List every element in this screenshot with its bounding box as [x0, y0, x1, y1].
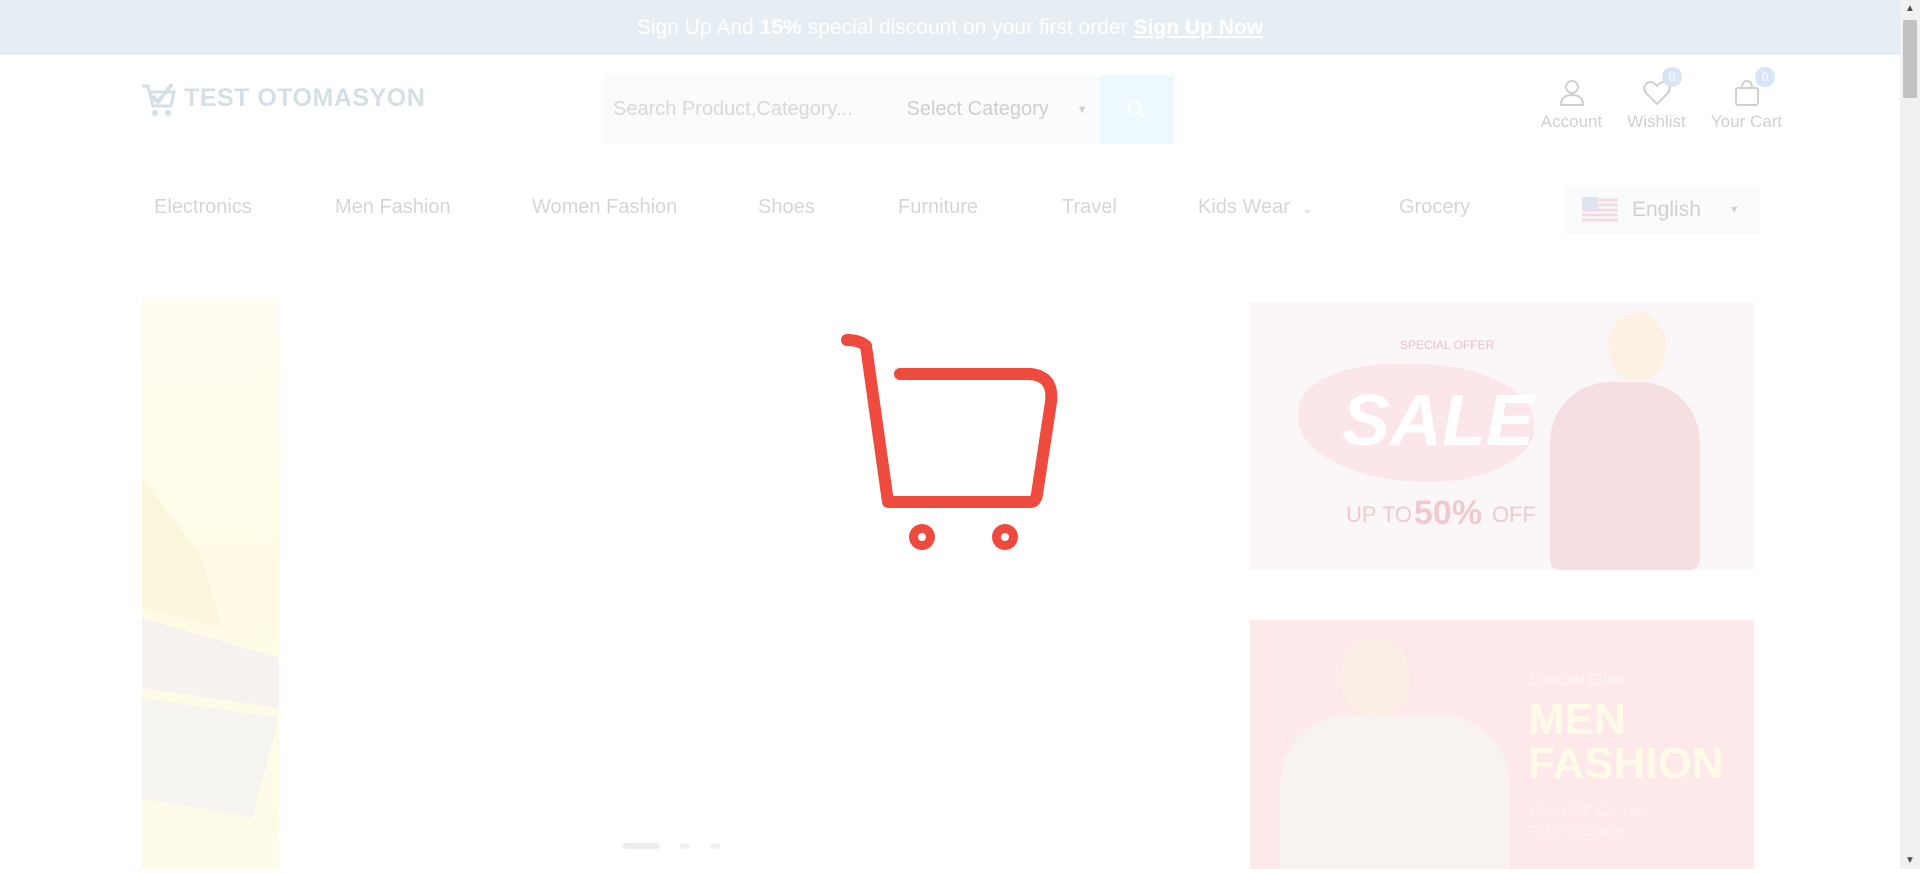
special-offer-text: SPECIAL OFFER	[1400, 338, 1495, 352]
nav-item-kids-wear-label: Kids Wear	[1198, 196, 1290, 218]
nav-item-travel[interactable]: Travel	[1062, 196, 1198, 219]
main-nav: Electronics Men Fashion Women Fashion Sh…	[154, 196, 1470, 219]
scroll-thumb[interactable]	[1903, 20, 1917, 98]
off-text: OFF	[1492, 502, 1536, 527]
wishlist-label: Wishlist	[1627, 112, 1686, 131]
men-fashion-sub2: First Purchase	[1528, 823, 1625, 840]
search-input[interactable]	[603, 75, 892, 144]
men-fashion-sub1: 10% OFF On Your	[1528, 803, 1651, 820]
us-flag-icon	[1582, 197, 1618, 223]
slider-dot-2[interactable]	[680, 843, 690, 849]
account-button[interactable]: Account	[1534, 78, 1609, 132]
logo[interactable]: TEST OTOMASYON	[138, 78, 425, 118]
nav-item-shoes[interactable]: Shoes	[758, 196, 898, 219]
category-select-label: Select Category	[906, 98, 1049, 120]
men-fashion-line1: MEN	[1528, 695, 1626, 744]
promo-bar: Sign Up And 15% special discount on your…	[0, 0, 1900, 55]
page-scrollbar[interactable]: ▲ ▼	[1900, 0, 1920, 869]
sale-text: SALE	[1342, 381, 1535, 461]
cart-button[interactable]: 0 Your Cart	[1704, 67, 1789, 132]
search-bar: Select Category ▼	[603, 75, 1175, 144]
page-loader	[840, 330, 1060, 565]
hero-slide-graphic	[142, 478, 279, 818]
slider-dot-1[interactable]	[622, 843, 660, 849]
scroll-up-arrow-icon[interactable]: ▲	[1900, 0, 1920, 17]
nav-item-kids-wear[interactable]: Kids Wear ⌄	[1198, 196, 1399, 219]
special-offer-label: Special Offer	[1528, 670, 1627, 689]
model-head	[1608, 312, 1666, 382]
men-fashion-title: MEN FASHION	[1528, 698, 1724, 786]
scroll-down-arrow-icon[interactable]: ▼	[1900, 852, 1920, 869]
sign-up-link[interactable]: Sign Up Now	[1134, 16, 1264, 40]
up-to-text: UP TO	[1346, 502, 1413, 527]
promo-text-pre: Sign Up And	[636, 15, 754, 39]
nav-item-grocery[interactable]: Grocery	[1399, 196, 1470, 219]
cart-count-badge: 0	[1755, 67, 1775, 87]
nav-item-electronics[interactable]: Electronics	[154, 196, 335, 219]
caret-down-icon: ▼	[1076, 103, 1088, 116]
men-fashion-subtitle: 10% OFF On Your First Purchase	[1528, 802, 1651, 842]
promo-discount: 15%	[759, 15, 802, 39]
model-sweater	[1280, 715, 1510, 869]
nav-item-men-fashion[interactable]: Men Fashion	[335, 196, 532, 219]
language-select[interactable]: English ▼	[1564, 186, 1760, 234]
chevron-down-icon: ⌄	[1301, 200, 1314, 216]
model-head	[1340, 638, 1410, 718]
promo-text-post: special discount on your first order	[807, 15, 1128, 39]
category-select[interactable]: Select Category ▼	[891, 75, 1101, 144]
shopping-cart-loader-icon	[841, 334, 1058, 550]
model-dress	[1550, 382, 1700, 570]
header-actions: Account 0 Wishlist 0 Your Cart	[1534, 67, 1789, 132]
men-fashion-banner[interactable]: Special Offer MEN FASHION 10% OFF On You…	[1250, 620, 1754, 869]
hero-slide-image	[142, 298, 279, 869]
nav-item-women-fashion[interactable]: Women Fashion	[532, 196, 758, 219]
slider-dot-3[interactable]	[710, 843, 720, 849]
cart-label: Your Cart	[1710, 112, 1783, 131]
cart-check-logo-icon	[142, 82, 176, 116]
nav-item-furniture[interactable]: Furniture	[898, 196, 1062, 219]
wishlist-count-badge: 0	[1662, 67, 1682, 87]
sale-banner[interactable]: SPECIAL OFFER SALE UP TO 50% OFF	[1250, 302, 1754, 570]
user-icon	[1559, 80, 1584, 106]
search-button[interactable]	[1100, 75, 1175, 144]
logo-text: TEST OTOMASYON	[184, 83, 426, 112]
caret-down-icon: ▼	[1728, 204, 1740, 216]
slider-pagination	[622, 843, 720, 849]
wishlist-button[interactable]: 0 Wishlist	[1619, 67, 1694, 132]
language-label: English	[1632, 198, 1701, 221]
search-icon	[1128, 100, 1146, 119]
sale-percent: 50%	[1414, 494, 1483, 532]
men-fashion-line2: FASHION	[1528, 739, 1724, 788]
account-label: Account	[1540, 112, 1603, 131]
